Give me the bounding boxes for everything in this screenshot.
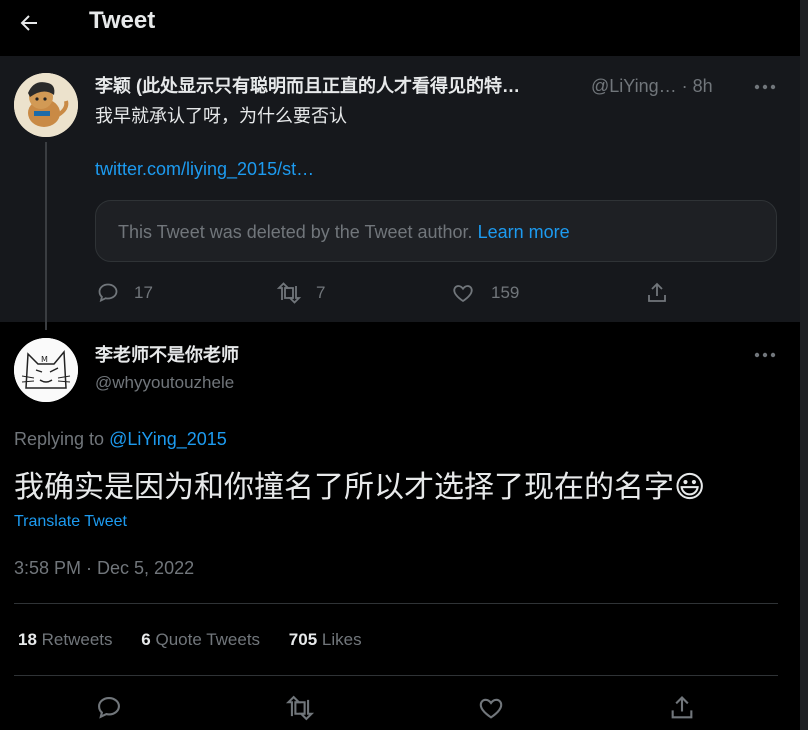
retweet-button[interactable] [285,693,315,723]
heart-icon [479,698,503,719]
retweet-icon [276,282,302,304]
deleted-tweet-card: This Tweet was deleted by the Tweet auth… [95,200,777,262]
dog-avatar-icon [14,73,78,137]
author-avatar[interactable]: M [14,338,78,402]
divider [14,675,778,676]
quote-tweets-stat[interactable]: 6 Quote Tweets [141,630,260,649]
parent-share-button[interactable] [645,281,669,305]
translate-tweet-link[interactable]: Translate Tweet [14,511,127,533]
reply-icon [98,697,120,719]
back-button[interactable] [14,8,44,38]
parent-reply-button[interactable]: 17 [96,281,153,305]
replying-to-link[interactable]: @LiYing_2015 [109,429,227,449]
parent-like-button[interactable]: 159 [451,281,519,305]
reply-icon [98,283,118,303]
cat-avatar-icon: M [14,338,78,402]
learn-more-link[interactable]: Learn more [478,222,570,242]
parent-tweet-link[interactable]: twitter.com/liying_2015/st… [95,157,314,181]
svg-text:M: M [41,355,48,364]
divider [14,603,778,604]
more-icon [754,352,776,358]
scrollbar[interactable] [800,0,808,730]
replying-prefix: Replying to [14,429,105,449]
parent-more-button[interactable] [750,77,780,97]
header-bar: Tweet [0,0,808,56]
parent-retweet-count: 7 [316,283,326,302]
parent-author-handle[interactable]: @LiYing… [591,76,677,96]
likes-stat[interactable]: 705 Likes [289,630,362,649]
parent-like-count: 159 [491,283,520,302]
retweet-icon [285,695,315,721]
parent-tweet-time[interactable]: 8h [693,76,713,96]
like-button[interactable] [476,693,506,723]
share-icon [648,282,666,302]
page-title: Tweet [89,7,156,34]
author-handle[interactable]: @whyyoutouzhele [95,372,234,394]
tweet-more-button[interactable] [750,345,780,365]
reply-button[interactable] [94,693,124,723]
parent-reply-count: 17 [134,283,153,302]
tweet-text: 我确实是因为和你撞名了所以才选择了现在的名字😃 [14,471,706,504]
share-icon [671,696,693,719]
parent-avatar[interactable] [14,73,78,137]
parent-author-name[interactable]: 李颖 (此处显示只有聪明而且正直的人才看得见的特… [95,75,520,97]
heart-icon [453,285,473,303]
deleted-notice: This Tweet was deleted by the Tweet auth… [118,222,473,242]
retweets-stat[interactable]: 18 Retweets [18,630,113,649]
replying-to: Replying to @LiYing_2015 [14,427,227,451]
parent-author-meta[interactable]: @LiYing… · 8h [591,75,713,97]
share-button[interactable] [667,693,697,723]
author-name[interactable]: 李老师不是你老师 [95,344,239,366]
tweet-stats: 18 Retweets 6 Quote Tweets 705 Likes [18,628,386,652]
more-icon [754,84,776,90]
arrow-left-icon [20,15,37,31]
parent-tweet-text: 我早就承认了呀，为什么要否认 [95,106,347,126]
thread-line [45,142,47,330]
tweet-timestamp[interactable]: 3:58 PM · Dec 5, 2022 [14,556,194,580]
meta-separator: · [681,76,688,96]
parent-retweet-button[interactable]: 7 [276,281,325,305]
